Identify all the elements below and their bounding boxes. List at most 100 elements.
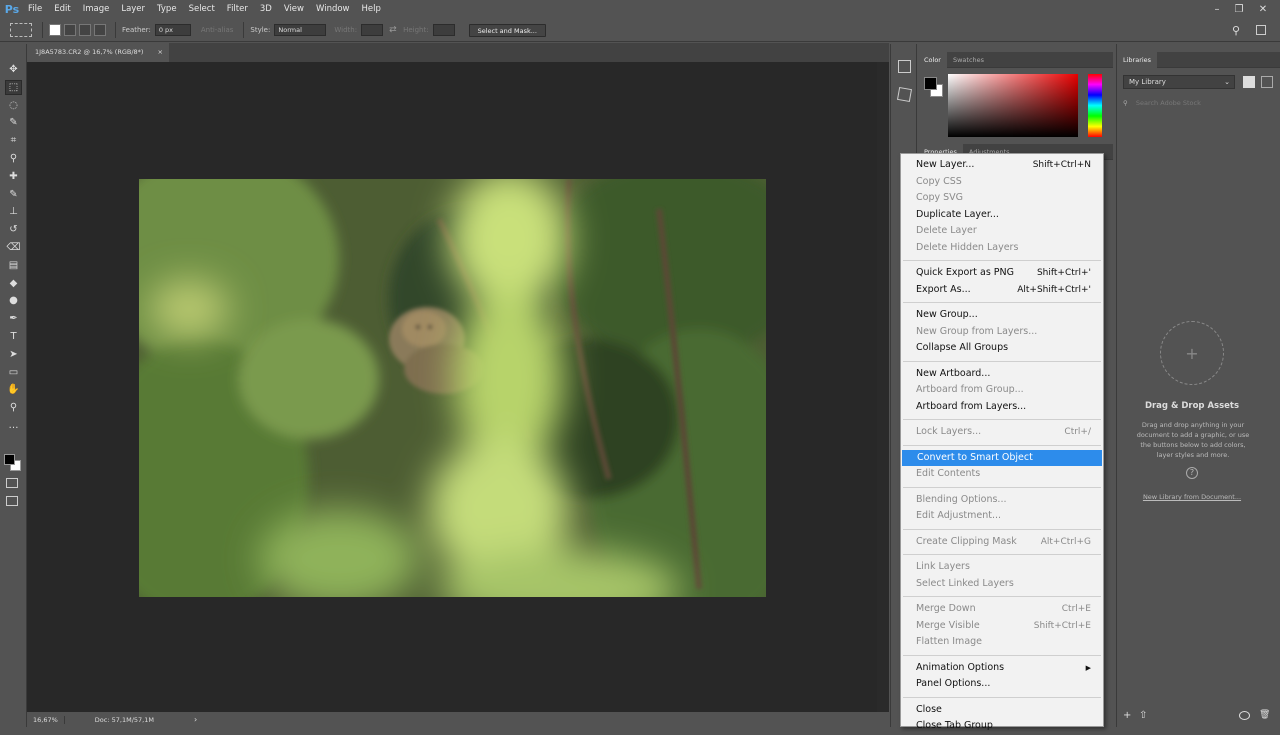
list-view-icon[interactable] — [1261, 76, 1273, 88]
menu-filter[interactable]: Filter — [221, 0, 254, 18]
menu-item-copy-svg[interactable]: Copy SVG — [901, 190, 1103, 207]
menu-layer[interactable]: Layer — [115, 0, 151, 18]
restore-icon[interactable]: ❐ — [1228, 0, 1250, 18]
blur-tool-icon[interactable]: ◆ — [5, 276, 22, 291]
menu-item-lock-layers[interactable]: Lock Layers... Ctrl+/ — [901, 424, 1103, 441]
menu-select[interactable]: Select — [183, 0, 221, 18]
crop-tool-icon[interactable]: ⌗ — [5, 133, 22, 148]
add-content-icon[interactable]: + — [1123, 710, 1131, 721]
help-icon[interactable]: ? — [1186, 467, 1198, 479]
menu-view[interactable]: View — [278, 0, 310, 18]
intersect-selection-icon[interactable] — [94, 24, 106, 36]
menu-item-duplicate-layer[interactable]: Duplicate Layer... — [901, 207, 1103, 224]
menu-item-merge-visible[interactable]: Merge Visible Shift+Ctrl+E — [901, 618, 1103, 635]
color-picker-field[interactable] — [948, 74, 1078, 137]
brush-panel-icon[interactable] — [896, 86, 913, 103]
history-brush-icon[interactable]: ↺ — [5, 222, 22, 237]
menu-item-new-group-from-layers[interactable]: New Group from Layers... — [901, 324, 1103, 341]
antialias-checkbox[interactable]: Anti-alias — [201, 26, 234, 34]
swap-icon[interactable]: ⇄ — [389, 25, 397, 35]
hue-slider[interactable] — [1088, 74, 1102, 137]
menu-item-close[interactable]: Close — [901, 702, 1103, 719]
lasso-tool-icon[interactable]: ◌ — [5, 98, 22, 113]
new-selection-icon[interactable] — [49, 24, 61, 36]
style-select[interactable]: Normal — [274, 24, 327, 36]
hand-tool-icon[interactable]: ✋ — [5, 382, 22, 397]
gradient-tool-icon[interactable]: ▤ — [5, 258, 22, 273]
select-and-mask-button[interactable]: Select and Mask... — [468, 23, 546, 37]
menu-item-blending-options[interactable]: Blending Options... — [901, 492, 1103, 509]
tab-swatches[interactable]: Swatches — [947, 52, 990, 68]
menu-item-panel-options[interactable]: Panel Options... — [901, 676, 1103, 693]
zoom-tool-icon[interactable]: ⚲ — [5, 400, 22, 415]
document-image[interactable] — [139, 179, 766, 597]
close-icon[interactable]: ✕ — [1252, 0, 1274, 18]
grid-view-icon[interactable] — [1243, 76, 1255, 88]
more-tools-icon[interactable]: … — [5, 418, 22, 433]
new-library-link[interactable]: New Library from Document... — [1117, 493, 1267, 501]
menu-type[interactable]: Type — [151, 0, 183, 18]
menu-3d[interactable]: 3D — [254, 0, 278, 18]
search-icon[interactable]: ⚲ — [1232, 24, 1240, 37]
minimize-icon[interactable]: – — [1206, 0, 1228, 18]
vertical-scrollbar[interactable] — [877, 62, 889, 712]
menu-item-new-layer[interactable]: New Layer... Shift+Ctrl+N — [901, 157, 1103, 174]
menu-item-delete-layer[interactable]: Delete Layer — [901, 223, 1103, 240]
stock-search[interactable]: ⚲ Search Adobe Stock — [1123, 96, 1273, 110]
menu-item-delete-hidden-layers[interactable]: Delete Hidden Layers — [901, 240, 1103, 257]
menu-item-edit-adjustment[interactable]: Edit Adjustment... — [901, 508, 1103, 525]
menu-item-convert-to-smart-object[interactable]: Convert to Smart Object — [902, 449, 1102, 466]
pen-tool-icon[interactable]: ✒ — [5, 311, 22, 326]
dodge-tool-icon[interactable]: ● — [5, 293, 22, 308]
trash-icon[interactable]: 🗑 — [1259, 710, 1270, 720]
type-tool-icon[interactable]: T — [5, 329, 22, 344]
add-to-selection-icon[interactable] — [64, 24, 76, 36]
height-input[interactable] — [432, 24, 455, 36]
subtract-from-selection-icon[interactable] — [79, 24, 91, 36]
feather-input[interactable]: 0 px — [154, 24, 191, 36]
menu-item-close-tab-group[interactable]: Close Tab Group — [901, 718, 1103, 735]
menu-item-artboard-from-group[interactable]: Artboard from Group... — [901, 382, 1103, 399]
menu-item-artboard-from-layers[interactable]: Artboard from Layers... — [901, 399, 1103, 416]
upload-icon[interactable]: ⇧ — [1139, 710, 1147, 721]
zoom-level[interactable]: 16,67% — [27, 715, 65, 724]
eyedropper-tool-icon[interactable]: ⚲ — [5, 151, 22, 166]
menu-window[interactable]: Window — [310, 0, 356, 18]
healing-brush-icon[interactable]: ✚ — [5, 169, 22, 184]
tab-libraries[interactable]: Libraries — [1117, 51, 1158, 68]
clone-stamp-icon[interactable]: ⊥ — [5, 204, 22, 219]
move-tool-icon[interactable]: ✥ — [5, 62, 22, 77]
library-select[interactable]: My Library ⌄ — [1123, 75, 1235, 89]
foreground-swatch[interactable] — [4, 454, 15, 465]
quick-mask-icon[interactable] — [6, 478, 18, 488]
menu-item-link-layers[interactable]: Link Layers — [901, 559, 1103, 576]
eraser-tool-icon[interactable]: ⌫ — [5, 240, 22, 255]
width-input[interactable] — [361, 24, 384, 36]
path-select-icon[interactable]: ➤ — [5, 347, 22, 362]
menu-file[interactable]: File — [22, 0, 48, 18]
menu-item-flatten-image[interactable]: Flatten Image — [901, 634, 1103, 651]
menu-item-export-as[interactable]: Export As... Alt+Shift+Ctrl+' — [901, 282, 1103, 299]
menu-item-quick-export-as-png[interactable]: Quick Export as PNG Shift+Ctrl+' — [901, 265, 1103, 282]
menu-edit[interactable]: Edit — [48, 0, 76, 18]
foreground-color[interactable] — [924, 77, 937, 90]
menu-item-merge-down[interactable]: Merge Down Ctrl+E — [901, 601, 1103, 618]
rectangle-tool-icon[interactable]: ▭ — [5, 365, 22, 380]
menu-item-new-group[interactable]: New Group... — [901, 307, 1103, 324]
quick-select-tool-icon[interactable]: ✎ — [5, 115, 22, 130]
workspace-icon[interactable] — [1256, 25, 1266, 35]
menu-item-select-linked-layers[interactable]: Select Linked Layers — [901, 576, 1103, 593]
cloud-sync-icon[interactable] — [1239, 711, 1250, 720]
marquee-tool-icon[interactable]: ⬚ — [5, 79, 22, 95]
document-tab[interactable]: 1J8A5783.CR2 @ 16,7% (RGB/8*) × — [27, 43, 169, 62]
menu-item-copy-css[interactable]: Copy CSS — [901, 174, 1103, 191]
menu-help[interactable]: Help — [356, 0, 387, 18]
close-tab-icon[interactable]: × — [158, 43, 163, 62]
status-menu-icon[interactable]: › — [194, 715, 197, 724]
menu-image[interactable]: Image — [77, 0, 116, 18]
menu-item-new-artboard[interactable]: New Artboard... — [901, 366, 1103, 383]
brush-tool-icon[interactable]: ✎ — [5, 187, 22, 202]
menu-item-animation-options[interactable]: Animation Options ▶ — [901, 660, 1103, 677]
screen-mode-icon[interactable] — [6, 496, 18, 506]
menu-item-collapse-all-groups[interactable]: Collapse All Groups — [901, 340, 1103, 357]
